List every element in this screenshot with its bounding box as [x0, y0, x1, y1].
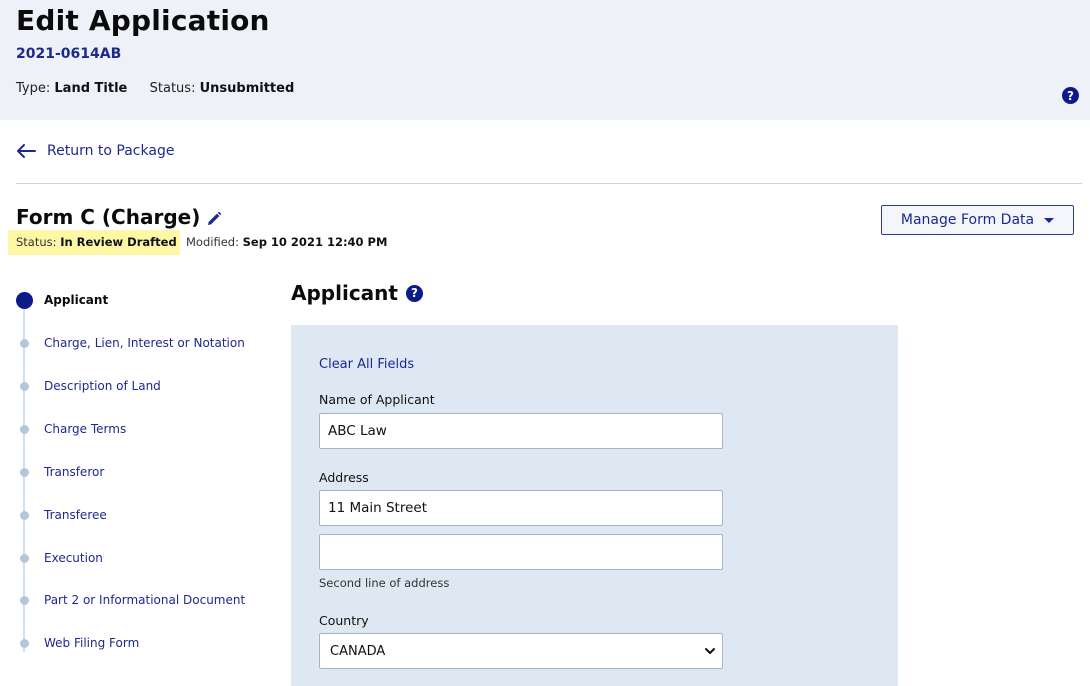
application-id: 2021-0614AB — [16, 46, 122, 62]
modified-label: Modified: — [186, 235, 239, 249]
type-value: Land Title — [54, 81, 128, 96]
pencil-icon[interactable] — [206, 211, 222, 227]
divider — [16, 183, 1082, 184]
country-label: Country — [319, 613, 369, 628]
type-label: Type: — [16, 81, 51, 96]
help-icon[interactable]: ? — [405, 284, 423, 302]
address-line2-input[interactable] — [319, 534, 723, 570]
step-label: Execution — [44, 551, 103, 565]
step-label: Charge Terms — [44, 422, 127, 436]
manage-form-data-label: Manage Form Data — [900, 212, 1035, 228]
section-title: Applicant ? — [291, 281, 423, 305]
step-dot-icon — [20, 338, 29, 348]
step-label: Web Filing Form — [44, 636, 140, 650]
form-title: Form C (Charge) — [16, 205, 222, 229]
status-label: Status: — [149, 81, 196, 96]
step-dot-icon — [20, 381, 29, 391]
address-label: Address — [319, 470, 369, 485]
section-title-text: Applicant — [291, 281, 398, 305]
step-label: Charge, Lien, Interest or Notation — [44, 336, 245, 350]
caret-down-icon — [1044, 217, 1055, 223]
manage-form-data-button[interactable]: Manage Form Data — [881, 205, 1074, 235]
step-dot-icon — [20, 424, 29, 434]
address-line1-input[interactable]: 11 Main Street — [319, 490, 723, 526]
step-label: Transferor — [44, 465, 105, 479]
help-icon[interactable]: ? — [1062, 87, 1079, 104]
modified-value: Sep 10 2021 12:40 PM — [242, 235, 388, 249]
step-dot-icon — [20, 467, 29, 477]
address-line2-hint: Second line of address — [319, 576, 450, 590]
step-dot-icon — [20, 638, 29, 648]
arrow-left-icon — [17, 144, 36, 158]
form-status-label: Status: — [16, 235, 57, 249]
application-meta: Type: Land Title Status: Unsubmitted — [16, 81, 294, 96]
page-header: Edit Application 2021-0614AB Type: Land … — [0, 0, 1090, 120]
step-dot-icon — [20, 553, 29, 563]
modified-info: Modified: Sep 10 2021 12:40 PM — [186, 235, 387, 249]
return-to-package-link[interactable]: Return to Package — [16, 143, 174, 159]
country-select[interactable]: CANADA — [319, 633, 723, 669]
step-label: Transferee — [44, 508, 107, 522]
form-title-text: Form C (Charge) — [16, 205, 201, 229]
step-label: Applicant — [44, 293, 109, 307]
step-dot-icon — [20, 510, 29, 520]
clear-all-fields-link[interactable]: Clear All Fields — [319, 357, 414, 372]
step-label: Part 2 or Informational Document — [44, 593, 246, 607]
applicant-form-panel: Clear All Fields Name of Applicant ABC L… — [291, 325, 898, 686]
status-value: Unsubmitted — [199, 81, 295, 96]
country-select-value: CANADA — [330, 643, 386, 659]
page-title: Edit Application — [16, 4, 270, 37]
form-status-value: In Review Drafted — [60, 235, 177, 249]
name-of-applicant-input[interactable]: ABC Law — [319, 413, 723, 449]
name-of-applicant-label: Name of Applicant — [319, 392, 435, 407]
return-to-package-label: Return to Package — [47, 143, 175, 159]
chevron-down-icon — [705, 648, 715, 654]
form-status-line: Status: In Review Drafted Modified: Sep … — [16, 235, 387, 249]
step-label: Description of Land — [44, 379, 161, 393]
step-dot-icon — [20, 595, 29, 605]
step-dot-active-icon — [16, 291, 33, 309]
